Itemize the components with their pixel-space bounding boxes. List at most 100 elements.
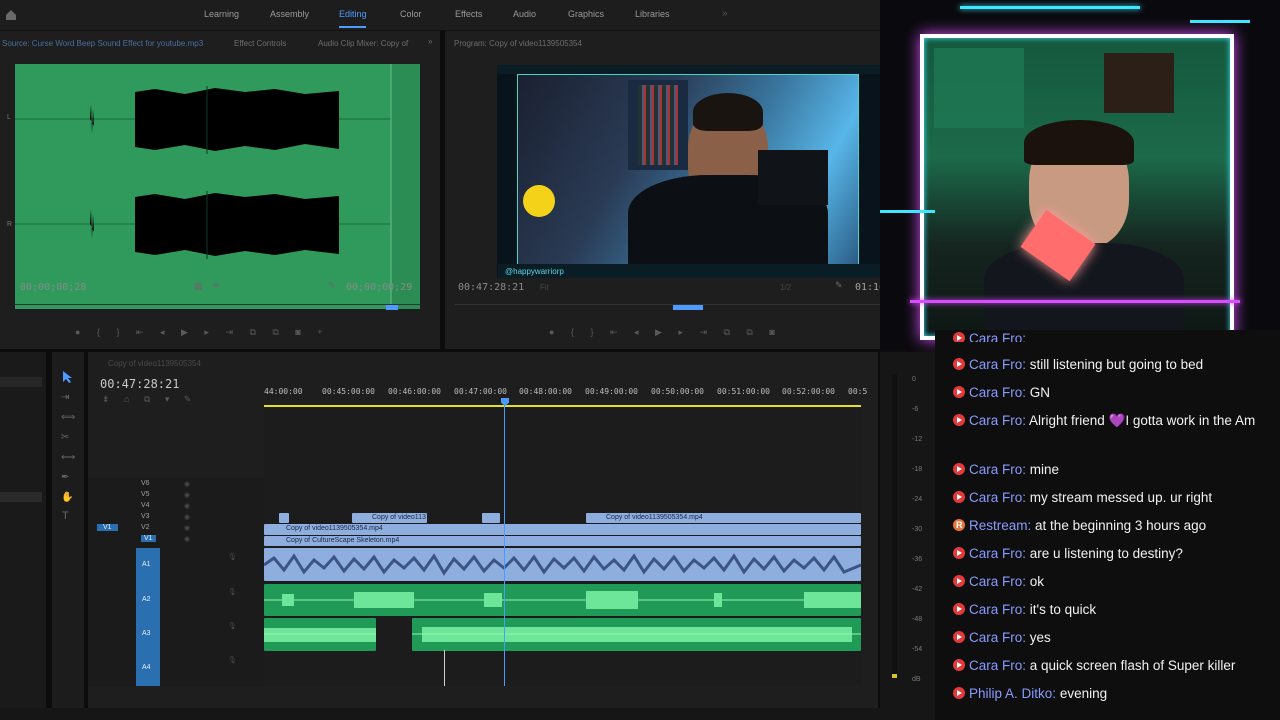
work-area-bar[interactable] bbox=[264, 405, 861, 407]
source-transport-controls[interactable]: ● { } ⇤ ◂ ▶ ▸ ⇥ ⧉ ⧉ ◙ + bbox=[75, 327, 425, 341]
chat-username[interactable]: Cara Fro: bbox=[969, 574, 1026, 589]
youtube-icon bbox=[953, 332, 965, 342]
track-label-v6[interactable]: V6 bbox=[141, 480, 150, 487]
sequence-tab[interactable]: Copy of video1139505354 bbox=[108, 359, 201, 368]
chat-username[interactable]: Philip A. Ditko: bbox=[969, 686, 1056, 701]
tab-color[interactable]: Color bbox=[400, 9, 422, 19]
ripple-edit-tool-icon[interactable]: ⟺ bbox=[61, 412, 75, 423]
razor-tool-icon[interactable]: ✂ bbox=[61, 432, 69, 443]
ruler-tick-label: 00:45:00:00 bbox=[322, 387, 375, 396]
youtube-icon bbox=[953, 414, 965, 426]
eye-icon[interactable]: ◉ bbox=[184, 502, 190, 510]
track-label-a3[interactable]: A3 bbox=[142, 630, 151, 637]
program-wrench-icon[interactable]: ✎ bbox=[835, 280, 843, 291]
chat-username[interactable]: Cara Fro: bbox=[969, 602, 1026, 617]
program-time-ruler[interactable] bbox=[455, 304, 880, 305]
program-video-preview[interactable]: @happywarriorp bbox=[497, 65, 880, 278]
ruler-tick-label: 00:51:00:00 bbox=[717, 387, 770, 396]
source-playhead[interactable] bbox=[386, 305, 398, 310]
ruler-tick-label: 00:50:00:00 bbox=[651, 387, 704, 396]
chat-username[interactable]: Cara Fro: bbox=[969, 630, 1026, 645]
source-waveform[interactable] bbox=[15, 64, 420, 309]
eye-icon[interactable]: ◉ bbox=[184, 535, 190, 543]
ruler-tick-label: 44:00:00 bbox=[264, 387, 303, 396]
insert-clip-icon[interactable]: ▦ bbox=[194, 281, 203, 292]
wrench-icon[interactable]: ✎ bbox=[328, 280, 336, 291]
chat-username[interactable]: Cara Fro: bbox=[969, 357, 1026, 372]
ruler-tick-label: 00:48:00:00 bbox=[519, 387, 572, 396]
clip-v1-b[interactable]: Copy of CultureScape Skeleton.mp4 bbox=[264, 536, 861, 546]
youtube-icon bbox=[953, 603, 965, 615]
eye-icon[interactable]: ◉ bbox=[184, 524, 190, 532]
track-select-tool-icon[interactable]: ⇥ bbox=[61, 392, 69, 403]
track-label-v3[interactable]: V3 bbox=[141, 513, 150, 520]
clip-a2[interactable] bbox=[264, 584, 861, 616]
track-label-a4[interactable]: A4 bbox=[142, 664, 151, 671]
voice-over-mic-icon[interactable]: 🎙 bbox=[228, 656, 237, 664]
more-panels-icon[interactable]: » bbox=[428, 37, 432, 46]
source-time-ruler[interactable] bbox=[15, 304, 420, 305]
track-label-v4[interactable]: V4 bbox=[141, 502, 150, 509]
track-label-v5[interactable]: V5 bbox=[141, 491, 150, 498]
tab-audio-clip-mixer[interactable]: Audio Clip Mixer: Copy of bbox=[318, 39, 408, 48]
timeline-toolbar[interactable]: ⇟ ⌂ ⧉ ▾ ✎ bbox=[102, 394, 191, 405]
home-icon[interactable] bbox=[5, 9, 17, 20]
eye-icon[interactable]: ◉ bbox=[184, 480, 190, 488]
clip-v1-a[interactable]: Copy of video1139505354.mp4 bbox=[264, 524, 861, 535]
chat-message: Cara Fro: mine bbox=[953, 459, 1275, 480]
voice-over-mic-icon[interactable]: 🎙 bbox=[228, 553, 237, 561]
chat-message-partial: Cara Fro: bbox=[953, 328, 1275, 342]
selection-tool-icon[interactable] bbox=[62, 370, 74, 384]
track-label-a1[interactable]: A1 bbox=[142, 561, 151, 568]
track-label-a2[interactable]: A2 bbox=[142, 596, 151, 603]
chat-username[interactable]: Cara Fro: bbox=[969, 658, 1026, 673]
chat-username[interactable]: Restream: bbox=[969, 518, 1031, 533]
program-playhead[interactable] bbox=[673, 305, 703, 310]
voice-over-mic-icon[interactable]: 🎙 bbox=[228, 622, 237, 630]
chat-username[interactable]: Cara Fro: bbox=[969, 462, 1026, 477]
timeline-timecode[interactable]: 00:47:28:21 bbox=[100, 377, 179, 391]
tab-effects[interactable]: Effects bbox=[455, 9, 482, 19]
clip-v2-small-1[interactable] bbox=[279, 513, 289, 523]
clip-v2-small-2[interactable] bbox=[482, 513, 500, 523]
source-timecode-out[interactable]: 00;00;00;29 bbox=[346, 282, 412, 293]
tab-learning[interactable]: Learning bbox=[204, 9, 239, 19]
pen-tool-icon[interactable]: ✒ bbox=[61, 472, 69, 483]
fit-dropdown[interactable]: Fit bbox=[540, 283, 549, 292]
tab-audio[interactable]: Audio bbox=[513, 9, 536, 19]
timeline-playhead-line[interactable] bbox=[504, 405, 505, 686]
chat-username[interactable]: Cara Fro: bbox=[969, 413, 1026, 428]
clip-v2-a[interactable]: Copy of video113 bbox=[352, 513, 427, 523]
clip-a3-b[interactable] bbox=[412, 618, 861, 651]
meter-scale-label: dB bbox=[912, 676, 921, 683]
clip-a3-a[interactable] bbox=[264, 618, 376, 651]
voice-over-mic-icon[interactable]: 🎙 bbox=[228, 588, 237, 596]
chat-username[interactable]: Cara Fro: bbox=[969, 490, 1026, 505]
tab-assembly[interactable]: Assembly bbox=[270, 9, 309, 19]
chat-username[interactable]: Cara Fro: bbox=[969, 385, 1026, 400]
tab-effect-controls[interactable]: Effect Controls bbox=[234, 39, 286, 48]
clip-a1[interactable] bbox=[264, 548, 861, 581]
webcam-frame bbox=[517, 74, 859, 270]
clip-v2-b[interactable]: Copy of video1139505354.mp4 bbox=[586, 513, 861, 523]
program-transport-controls[interactable]: ● { } ⇤ ◂ ▶ ▸ ⇥ ⧉ ⧉ ◙ bbox=[549, 327, 879, 341]
tab-graphics[interactable]: Graphics bbox=[568, 9, 604, 19]
quality-dropdown[interactable]: 1/2 bbox=[780, 283, 791, 292]
track-label-v2[interactable]: V2 bbox=[141, 524, 150, 531]
source-patch-v1[interactable]: V1 bbox=[97, 524, 118, 531]
tab-source[interactable]: Source: Curse Word Beep Sound Effect for… bbox=[2, 39, 203, 48]
track-label-v1[interactable]: V1 bbox=[141, 535, 156, 542]
tab-libraries[interactable]: Libraries bbox=[635, 9, 670, 19]
track-headers bbox=[88, 478, 264, 686]
more-tabs-icon[interactable]: » bbox=[722, 8, 728, 19]
program-timecode[interactable]: 00:47:28:21 bbox=[458, 282, 524, 293]
type-tool-icon[interactable]: T bbox=[62, 510, 69, 522]
hand-tool-icon[interactable]: ✋ bbox=[61, 492, 73, 503]
drag-audio-icon[interactable]: ⇹ bbox=[212, 280, 220, 291]
eye-icon[interactable]: ◉ bbox=[184, 491, 190, 499]
slip-tool-icon[interactable]: ⟷ bbox=[61, 452, 75, 463]
tab-editing[interactable]: Editing bbox=[339, 9, 367, 19]
chat-username[interactable]: Cara Fro: bbox=[969, 546, 1026, 561]
source-timecode-in[interactable]: 00;00;00;28 bbox=[20, 282, 86, 293]
eye-icon[interactable]: ◉ bbox=[184, 513, 190, 521]
